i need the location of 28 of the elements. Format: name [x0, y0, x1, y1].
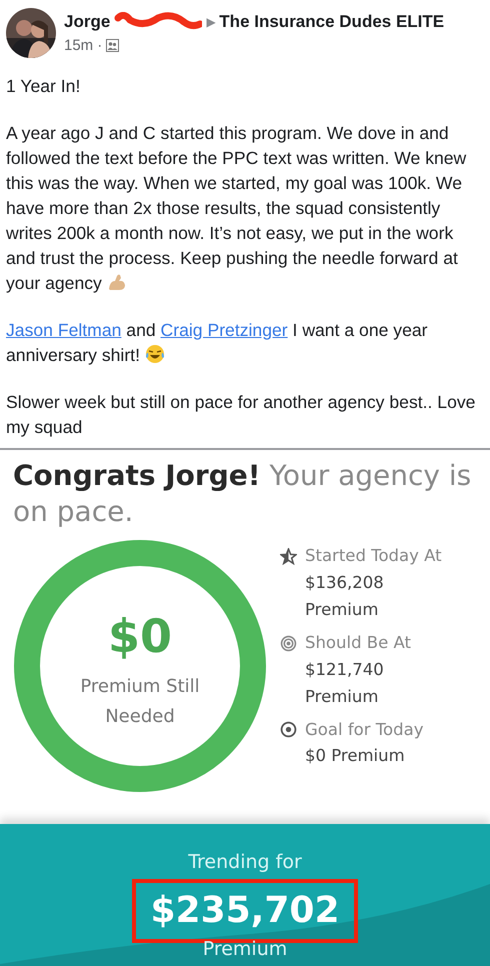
stat-value: $121,740 Premium [305, 658, 385, 708]
group-name[interactable]: The Insurance Dudes ELITE [219, 9, 444, 34]
post-paragraph: 1 Year In! [6, 75, 82, 98]
post-paragraph: A year ago J and C started this program. We dove in and followed the text before the PPC text was written. We knew this was the way. When we started, my goal was 100k. We have more than 2x those results, the squad consistently writes 200k a month now. It’s not easy, we put in the work and trust the process. Keep pushing the needle forward at your agency [6, 122, 468, 295]
avatar[interactable] [6, 8, 56, 58]
laughing-emoji-icon [144, 344, 165, 364]
trending-label: Trending for [188, 850, 302, 875]
post-paragraph: Jason Feltman and Craig Pretzinger I want a one year anniversary shirt! [6, 319, 429, 367]
post-time[interactable]: 15m [64, 34, 94, 57]
group-icon [106, 39, 120, 52]
target-icon [280, 634, 297, 652]
stat-value: $0 Premium [305, 745, 406, 768]
author-name[interactable]: Jorge [64, 9, 110, 34]
pace-heading: Congrats Jorge! Your agency is on pace. [12, 458, 472, 530]
star-icon [280, 548, 297, 565]
stat-value: $136,208 Premium [305, 572, 385, 621]
mention-link[interactable]: Craig Pretzinger [160, 320, 288, 340]
dot-separator: · [97, 36, 102, 56]
stat-label: Started Today At [305, 545, 442, 567]
stat-label: Should Be At [305, 632, 411, 654]
stat-label: Goal for Today [305, 718, 424, 740]
post-paragraph: Slower week but still on pace for another agency best.. Love my squad [6, 391, 476, 439]
trending-unit: Premium [202, 938, 288, 958]
ring-caption: Premium Still Needed [79, 675, 201, 729]
ring-amount: $0 [106, 608, 173, 665]
caret-icon: ▶ [206, 12, 216, 31]
mention-link[interactable]: Jason Feltman [6, 320, 122, 340]
bullseye-icon [280, 721, 297, 738]
